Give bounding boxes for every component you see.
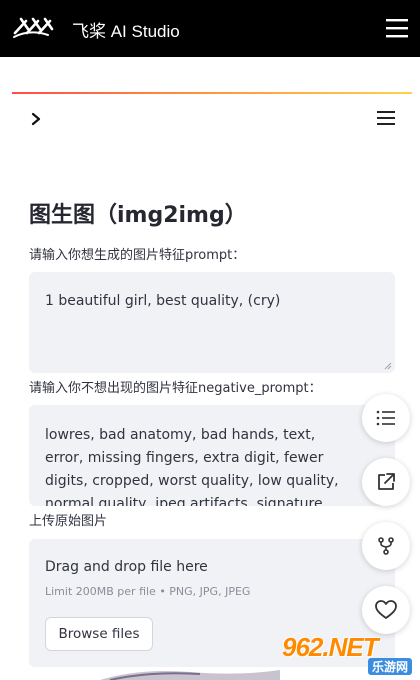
list-icon [376, 410, 395, 426]
fork-icon [378, 537, 394, 555]
site-watermark: 962.NET 乐游网 [282, 632, 414, 676]
uploaded-image-preview [100, 670, 280, 680]
browse-files-button[interactable]: Browse files [45, 617, 153, 651]
negative-prompt-textarea[interactable]: lowres, bad anatomy, bad hands, text, er… [29, 405, 395, 506]
main-menu-icon[interactable] [377, 111, 395, 125]
prompt-text: 1 beautiful girl, best quality, (cry) [45, 293, 281, 309]
prompt-label: 请输入你想生成的图片特征prompt： [29, 248, 246, 263]
resize-grip-icon[interactable] [384, 362, 392, 370]
watermark-sub-text: 乐游网 [367, 658, 412, 675]
prompt-textarea[interactable]: 1 beautiful girl, best quality, (cry) [29, 272, 395, 373]
heart-icon [375, 600, 397, 619]
brand[interactable]: 飞桨 AI Studio [12, 14, 180, 44]
top-bar: 飞桨 AI Studio [0, 0, 420, 57]
upload-limit-text: Limit 200MB per file • PNG, JPG, JPEG [45, 585, 251, 598]
list-button[interactable] [362, 394, 410, 442]
page-title: 图生图（img2img） [29, 203, 247, 228]
share-button[interactable] [362, 458, 410, 506]
favorite-button[interactable] [362, 586, 410, 634]
brand-text: 飞桨 AI Studio [72, 21, 180, 41]
chevron-right-icon[interactable] [30, 112, 42, 126]
negative-prompt-label: 请输入你不想出现的图片特征negative_prompt： [29, 381, 322, 396]
upload-label: 上传原始图片 [29, 510, 116, 529]
paddle-logo-icon [13, 17, 54, 38]
external-link-icon [378, 473, 395, 490]
negative-prompt-text: lowres, bad anatomy, bad hands, text, er… [45, 427, 339, 506]
watermark-main-text: 962.NET [282, 632, 379, 662]
hamburger-menu-icon[interactable] [386, 18, 408, 38]
fork-button[interactable] [362, 522, 410, 570]
drag-drop-text: Drag and drop file here [45, 559, 208, 575]
header-accent-line [12, 92, 412, 94]
